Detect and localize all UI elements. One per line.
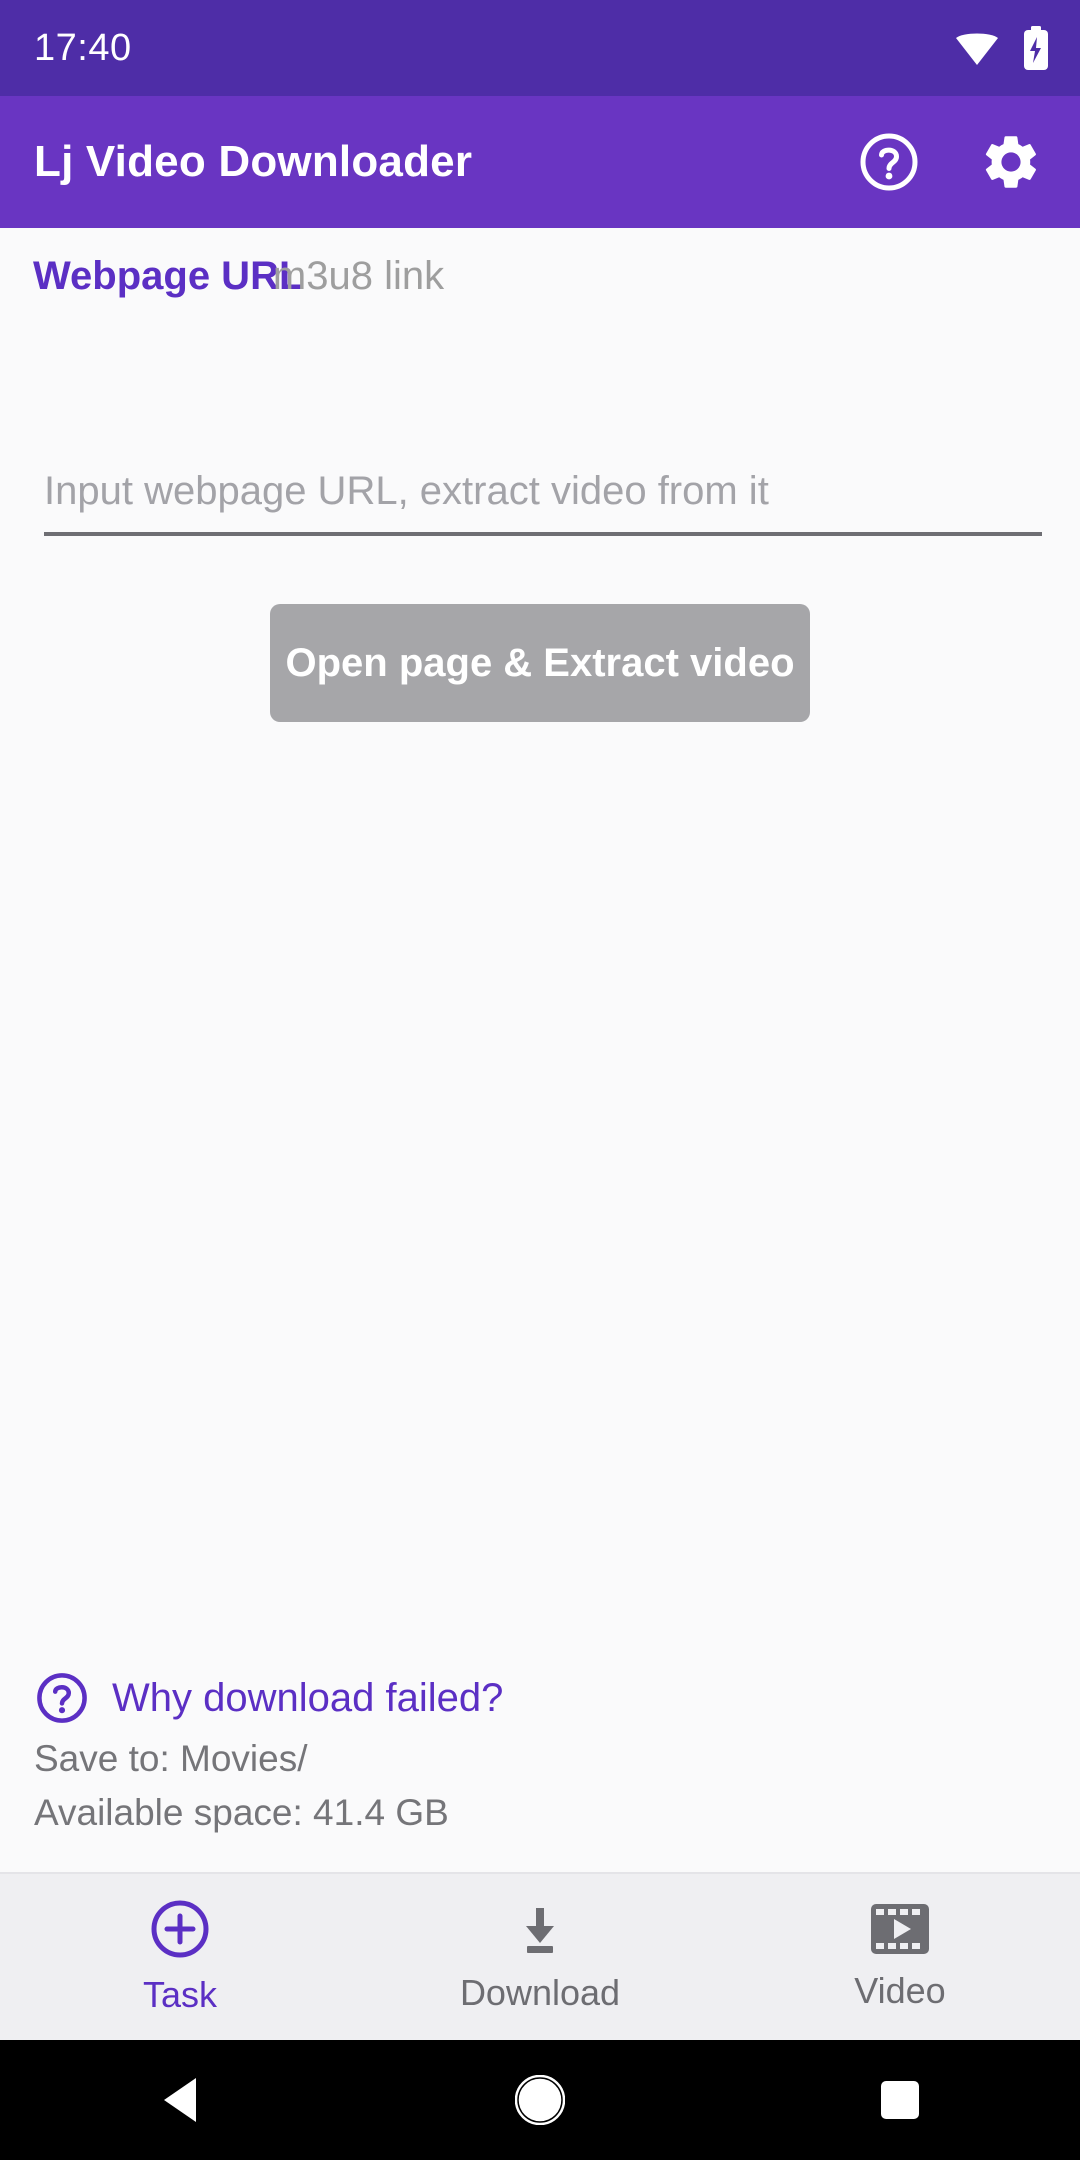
tab-m3u8-link[interactable]: m3u8 link — [267, 254, 450, 329]
app-bar-actions — [856, 129, 1044, 195]
help-icon — [858, 131, 920, 193]
triangle-left-icon — [158, 2076, 202, 2124]
url-input-placeholder: Input webpage URL, extract video from it — [44, 469, 769, 513]
bottom-navigation: Task Download Video — [0, 1872, 1080, 2040]
nav-item-task[interactable]: Task — [0, 1898, 360, 2016]
save-to-path: Save to: Movies/ — [34, 1738, 308, 1779]
app-title: Lj Video Downloader — [34, 137, 473, 186]
back-button[interactable] — [0, 2076, 360, 2124]
home-button[interactable] — [360, 2075, 720, 2125]
app-bar: Lj Video Downloader — [0, 96, 1080, 228]
android-system-nav — [0, 2040, 1080, 2160]
why-download-failed-link[interactable]: Why download failed? — [34, 1670, 1080, 1726]
settings-gear-icon — [979, 130, 1043, 194]
nav-item-video[interactable]: Video — [720, 1902, 1080, 2012]
recents-button[interactable] — [720, 2079, 1080, 2121]
help-circle-icon — [34, 1670, 90, 1726]
settings-button[interactable] — [978, 129, 1044, 195]
battery-charging-icon — [1022, 26, 1050, 70]
why-download-failed-label: Why download failed? — [112, 1675, 504, 1720]
status-bar: 17:40 — [0, 0, 1080, 96]
nav-item-download[interactable]: Download — [360, 1900, 720, 2014]
tab-bar: Webpage URL m3u8 link — [0, 228, 1080, 385]
circle-icon — [515, 2075, 565, 2125]
download-icon — [511, 1900, 569, 1958]
help-button[interactable] — [856, 129, 922, 195]
nav-label-download: Download — [459, 1972, 621, 2013]
app-screen: 17:40 Lj Video Downloader Webpage URL m3… — [0, 0, 1080, 2160]
main-content: Input webpage URL, extract video from it… — [0, 329, 1080, 1872]
nav-label-task: Task — [142, 1974, 218, 2015]
status-bar-icons — [954, 26, 1050, 70]
nav-label-video: Video — [854, 1970, 946, 2011]
square-icon — [879, 2079, 921, 2121]
available-space: Available space: 41.4 GB — [34, 1792, 449, 1833]
tab-webpage-url[interactable]: Webpage URL — [33, 254, 303, 329]
open-page-extract-video-button[interactable]: Open page & Extract video — [270, 604, 810, 722]
film-play-icon — [869, 1902, 931, 1956]
footer-info: Why download failed? Save to: Movies/ Av… — [0, 1670, 1080, 1872]
plus-circle-icon — [149, 1898, 211, 1960]
wifi-icon — [954, 29, 1000, 67]
status-bar-clock: 17:40 — [34, 26, 132, 69]
url-input[interactable]: Input webpage URL, extract video from it — [44, 469, 1042, 536]
